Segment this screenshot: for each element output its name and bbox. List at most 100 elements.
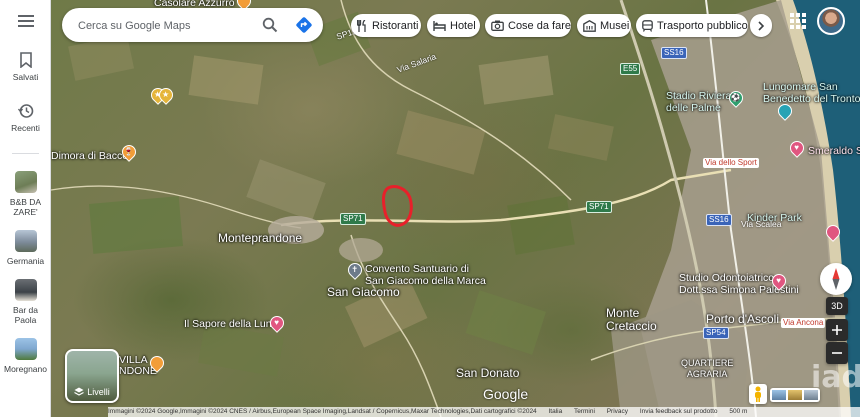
place-thumbnail [14,279,37,301]
feedback-link[interactable]: Invia feedback sul prodotto [640,408,718,415]
left-sidebar: Salvati Recenti B&B DA ZARE' Germania Ba… [0,0,51,417]
transit-icon [642,19,653,32]
imagery-thumb[interactable] [804,390,818,400]
chevron-right-icon [758,20,765,31]
town-label-line: QUARTIERE [681,358,734,368]
directions-icon[interactable] [295,16,313,34]
place-thumbnail [14,230,37,252]
imagery-thumbnails[interactable] [770,388,820,402]
account-avatar[interactable] [817,7,845,35]
town-label-agraria: QUARTIERE AGRARIA [681,358,733,380]
recent-place-moregnano[interactable]: Moregnano [0,338,51,374]
poi-label-lungomare[interactable]: Lungomare San Benedetto del Tronto [763,81,860,105]
poi-label-line: delle Palme [666,102,721,114]
zoom-in-button[interactable] [826,319,848,341]
chip-things-to-do[interactable]: Cose da fare [485,14,571,37]
field-patches [68,11,614,377]
recent-place-label: Moregnano [3,364,47,374]
town-label-line: AGRARIA [686,369,728,379]
road-shield-sp54: SP54 [703,327,729,339]
town-label-monte-cretaccio: Monte Cretaccio [606,307,657,333]
street-label-via-sport: Via dello Sport [703,158,759,168]
attribution-bar: Immagini ©2024 Google,Immagini ©2024 CNE… [108,407,860,417]
poi-label-sapore[interactable]: Il Sapore della Luna [184,318,277,330]
road-shield-e55: E55 [620,63,641,75]
street-view-pegman-button[interactable] [749,384,767,404]
town-label-line: Cretaccio [606,319,657,333]
recent-place-bb-da-zare[interactable]: B&B DA ZARE' [0,171,51,217]
street-label-via-ancona: Via Ancona [781,318,826,328]
zoom-out-button[interactable] [826,342,848,364]
minus-icon [832,352,842,354]
chip-label: Trasporto pubblico [657,19,748,32]
road-shield-sp71: SP71 [586,201,612,213]
poi-label-convento[interactable]: Convento Santuario di San Giacomo della … [365,263,486,287]
poi-label-line: Lungomare San [763,81,838,93]
chip-public-transport[interactable]: Trasporto pubblico [636,14,748,37]
place-thumbnail [14,338,37,360]
imagery-thumb[interactable] [788,390,802,400]
plus-icon [832,325,842,335]
recent-button[interactable]: Recenti [0,103,51,133]
3d-toggle-button[interactable]: 3D [826,297,848,315]
town-label-san-giacomo: San Giacomo [327,285,400,299]
restaurant-icon [357,19,366,32]
chip-label: Ristoranti [372,19,419,32]
recent-place-label: B&B DA [9,197,42,207]
sidebar-divider [12,153,39,154]
saved-label: Salvati [12,72,39,82]
layers-label-row: Livelli [67,387,117,397]
map-base-layer [51,0,860,417]
recent-place-label: Germania [6,256,45,266]
poi-label-line: Stadio Riviera [666,90,732,102]
hotel-bed-icon [433,20,446,31]
pegman-icon [755,386,761,402]
poi-label-line: San Giacomo della Marca [365,275,486,287]
poi-label-line: Studio Odontoiatrico [679,272,775,284]
layers-label: Livelli [87,387,110,397]
compass-button[interactable] [820,263,852,295]
museum-icon [583,19,596,32]
bookmark-icon [19,52,32,68]
chip-museums[interactable]: Musei [577,14,631,37]
road-shield-sp71: SP71 [340,213,366,225]
town-label-line: Monte [606,306,640,320]
recent-place-label: Bar da [12,305,39,315]
search-icon[interactable] [262,17,278,33]
attribution-text: Immagini ©2024 Google,Immagini ©2024 CNE… [108,408,537,415]
terms-link[interactable]: Termini [574,408,595,415]
satellite-map[interactable]: Monteprandone San Giacomo Monte Cretacci… [51,0,860,417]
imagery-thumb[interactable] [772,390,786,400]
chip-hotel[interactable]: Hotel [427,14,480,37]
town-label-san-donato: San Donato [456,366,520,380]
saved-button[interactable]: Salvati [0,52,51,82]
town-label-monteprandone: Monteprandone [218,231,303,245]
chip-label: Musei [600,19,630,32]
search-box [62,8,323,42]
road-shield-ss16: SS16 [706,214,732,226]
google-apps-button[interactable] [789,12,807,30]
compass-icon [832,268,840,290]
privacy-link[interactable]: Privacy [607,408,628,415]
camera-icon [491,20,504,31]
poi-label-dimora[interactable]: Dimora di Bacco [51,150,128,162]
chips-scroll-right-button[interactable] [750,14,772,37]
poi-label-stadio[interactable]: Stadio Riviera delle Palme [666,90,731,114]
recent-place-bar-da-paola[interactable]: Bar da Paola [0,279,51,325]
google-logo: Google [483,386,529,402]
poi-label-smeraldo[interactable]: Smeraldo Su [808,145,860,157]
scale-bar[interactable]: 500 m [729,408,747,415]
place-thumbnail [14,171,37,193]
recent-label: Recenti [11,123,40,133]
layers-icon [74,387,85,396]
menu-button[interactable] [0,14,51,28]
recent-place-label: Paola [14,315,37,325]
red-circle-marker [381,185,413,227]
recent-place-germania[interactable]: Germania [0,230,51,266]
layers-button[interactable]: Livelli [65,349,119,403]
search-input[interactable] [76,17,255,35]
chip-restaurants[interactable]: Ristoranti [351,14,421,37]
street-label-via-scalea: Via Scalea [741,219,782,229]
region-link[interactable]: Italia [549,408,563,415]
chip-label: Hotel [450,19,476,32]
